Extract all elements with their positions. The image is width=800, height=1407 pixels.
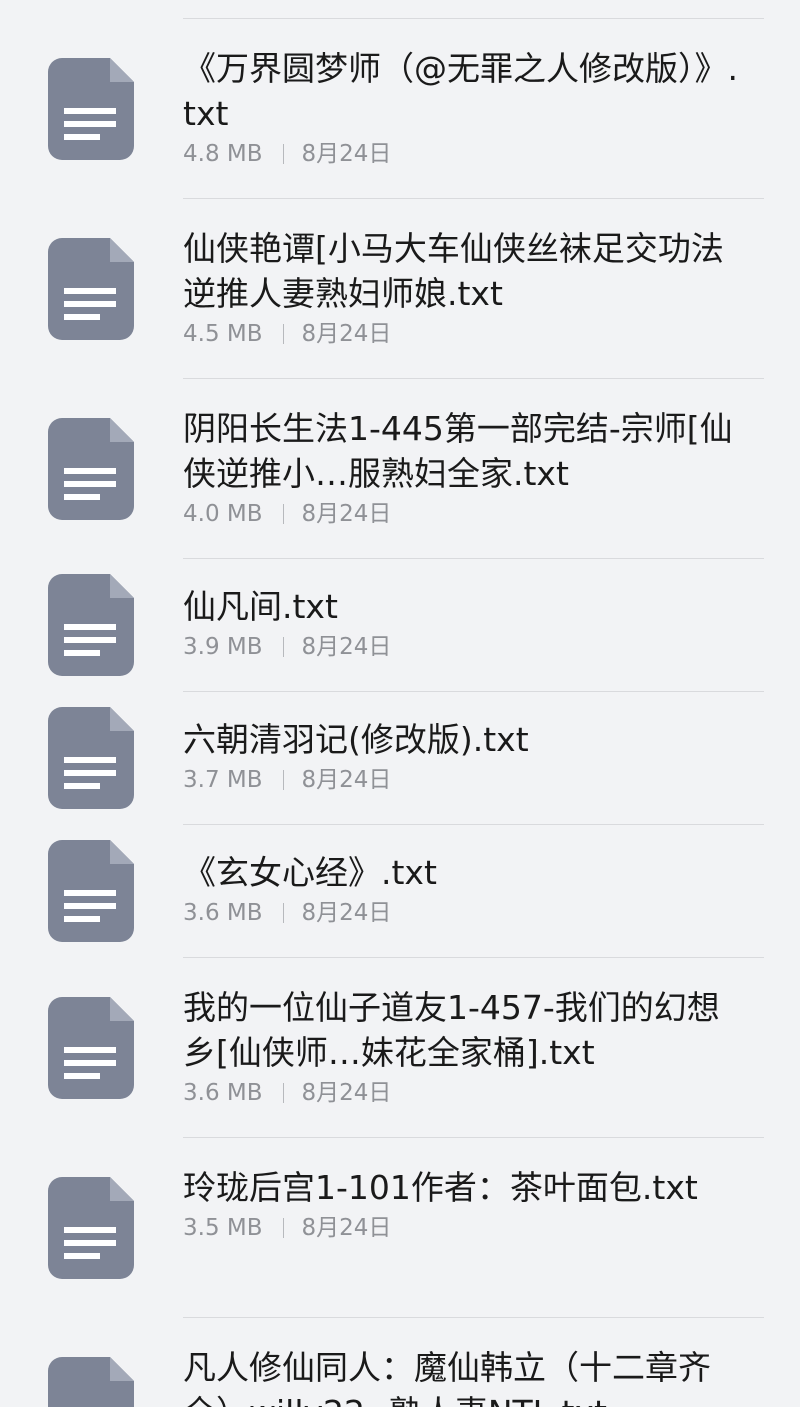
document-icon <box>48 238 134 340</box>
file-date: 8月24日 <box>301 900 392 926</box>
file-size: 3.6 MB <box>183 900 263 926</box>
file-name: 仙凡间.txt <box>183 587 338 626</box>
file-text: 仙凡间.txt 3.9 MB 8月24日 <box>183 584 743 663</box>
meta-separator <box>282 324 284 344</box>
file-row[interactable]: 仙侠艳谭[小马大车仙侠丝袜足交功法逆推人妻熟妇师娘.txt 4.5 MB 8月24… <box>0 198 800 378</box>
file-name: 我的一位仙子道友1-457-我们的幻想乡[仙侠师…妹花全家桶].txt <box>183 988 720 1072</box>
file-text: 玲珑后宫1-101作者：茶叶面包.txt 3.5 MB 8月24日 <box>183 1165 743 1244</box>
file-text: 《万界圆梦师（@无罪之人修改版）》.txt 4.8 MB 8月24日 <box>183 46 743 170</box>
file-date: 8月24日 <box>301 634 392 660</box>
file-list: 《万界圆梦师（@无罪之人修改版）》.txt 4.8 MB 8月24日 仙侠艳谭[小… <box>0 0 800 1407</box>
file-text: 《玄女心经》.txt 3.6 MB 8月24日 <box>183 850 743 929</box>
file-date: 8月24日 <box>301 1080 392 1106</box>
document-icon <box>48 58 134 160</box>
meta-separator <box>282 903 284 923</box>
meta-separator <box>282 770 284 790</box>
row-divider <box>183 558 764 559</box>
row-divider <box>183 957 764 958</box>
file-row[interactable]: 玲珑后宫1-101作者：茶叶面包.txt 3.5 MB 8月24日 <box>0 1137 800 1317</box>
file-date: 8月24日 <box>301 321 392 347</box>
file-date: 8月24日 <box>301 767 392 793</box>
file-row[interactable]: 阴阳长生法1-445第一部完结-宗师[仙侠逆推小…服熟妇全家.txt 4.0 M… <box>0 378 800 558</box>
row-divider <box>183 18 764 19</box>
file-size: 3.6 MB <box>183 1080 263 1106</box>
row-divider <box>183 691 764 692</box>
file-name: 仙侠艳谭[小马大车仙侠丝袜足交功法逆推人妻熟妇师娘.txt <box>183 229 724 313</box>
file-row[interactable]: 凡人修仙同人：魔仙韩立（十二章齐全）willy22--熟人妻NTL.txt <box>0 1317 800 1407</box>
file-meta: 4.8 MB 8月24日 <box>183 138 743 170</box>
meta-separator <box>282 144 284 164</box>
file-meta: 3.6 MB 8月24日 <box>183 1077 743 1109</box>
meta-separator <box>282 504 284 524</box>
file-text: 阴阳长生法1-445第一部完结-宗师[仙侠逆推小…服熟妇全家.txt 4.0 M… <box>183 406 743 530</box>
file-size: 4.0 MB <box>183 501 263 527</box>
row-divider <box>183 378 764 379</box>
file-date: 8月24日 <box>301 1215 392 1241</box>
row-divider <box>183 824 764 825</box>
file-name: 阴阳长生法1-445第一部完结-宗师[仙侠逆推小…服熟妇全家.txt <box>183 409 733 493</box>
file-meta: 3.5 MB 8月24日 <box>183 1212 743 1244</box>
row-divider <box>183 198 764 199</box>
file-row[interactable]: 《万界圆梦师（@无罪之人修改版）》.txt 4.8 MB 8月24日 <box>0 18 800 198</box>
file-row[interactable]: 我的一位仙子道友1-457-我们的幻想乡[仙侠师…妹花全家桶].txt 3.6 … <box>0 957 800 1137</box>
document-icon <box>48 840 134 942</box>
file-size: 3.9 MB <box>183 634 263 660</box>
file-text: 六朝清羽记(修改版).txt 3.7 MB 8月24日 <box>183 717 743 796</box>
file-meta: 4.5 MB 8月24日 <box>183 318 743 350</box>
file-size: 3.7 MB <box>183 767 263 793</box>
file-row[interactable]: 六朝清羽记(修改版).txt 3.7 MB 8月24日 <box>0 691 800 824</box>
file-text: 仙侠艳谭[小马大车仙侠丝袜足交功法逆推人妻熟妇师娘.txt 4.5 MB 8月24… <box>183 226 743 350</box>
file-name: 《玄女心经》.txt <box>183 853 437 892</box>
file-name: 玲珑后宫1-101作者：茶叶面包.txt <box>183 1168 698 1207</box>
document-icon <box>48 574 134 676</box>
meta-separator <box>282 637 284 657</box>
document-icon <box>48 707 134 809</box>
file-name: 凡人修仙同人：魔仙韩立（十二章齐全）willy22--熟人妻NTL.txt <box>183 1348 711 1407</box>
document-icon <box>48 418 134 520</box>
file-row[interactable]: 《玄女心经》.txt 3.6 MB 8月24日 <box>0 824 800 957</box>
file-meta: 3.9 MB 8月24日 <box>183 631 743 663</box>
file-date: 8月24日 <box>301 501 392 527</box>
document-icon <box>48 997 134 1099</box>
file-meta: 3.7 MB 8月24日 <box>183 764 743 796</box>
file-name: 六朝清羽记(修改版).txt <box>183 720 529 759</box>
file-text: 我的一位仙子道友1-457-我们的幻想乡[仙侠师…妹花全家桶].txt 3.6 … <box>183 985 743 1109</box>
document-icon <box>48 1357 134 1407</box>
file-meta: 4.0 MB 8月24日 <box>183 498 743 530</box>
file-date: 8月24日 <box>301 141 392 167</box>
file-meta: 3.6 MB 8月24日 <box>183 897 743 929</box>
file-name: 《万界圆梦师（@无罪之人修改版）》.txt <box>183 49 738 133</box>
document-icon <box>48 1177 134 1279</box>
file-size: 3.5 MB <box>183 1215 263 1241</box>
file-size: 4.5 MB <box>183 321 263 347</box>
meta-separator <box>282 1218 284 1238</box>
row-divider <box>183 1317 764 1318</box>
file-size: 4.8 MB <box>183 141 263 167</box>
meta-separator <box>282 1083 284 1103</box>
file-row[interactable]: 仙凡间.txt 3.9 MB 8月24日 <box>0 558 800 691</box>
file-text: 凡人修仙同人：魔仙韩立（十二章齐全）willy22--熟人妻NTL.txt <box>183 1345 743 1407</box>
row-divider <box>183 1137 764 1138</box>
